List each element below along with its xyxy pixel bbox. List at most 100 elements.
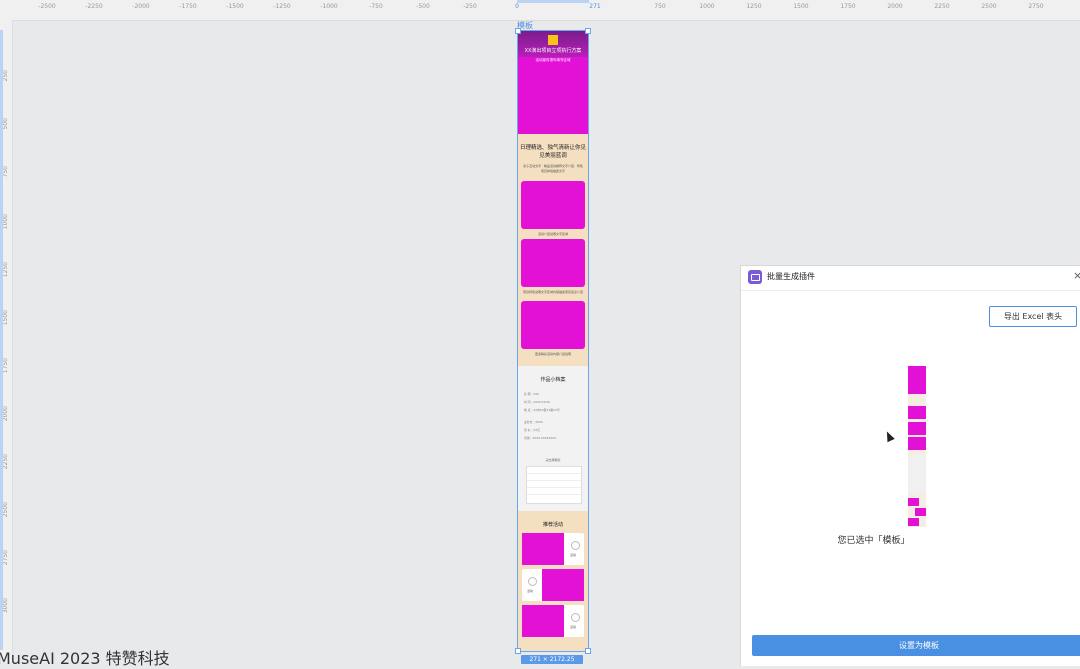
image-placeholder bbox=[522, 605, 564, 637]
ruler-tick-label: 250 bbox=[2, 70, 9, 82]
horizontal-ruler: -2500 -2250 -2000 -1750 -1500 -1250 -1000 -750-… bbox=[0, 0, 1080, 21]
schedule-table bbox=[526, 466, 582, 504]
ruler-tick-label: -2000 bbox=[132, 3, 150, 10]
ruler-tick-label: 2250 bbox=[934, 3, 950, 10]
image-placeholder bbox=[521, 301, 585, 349]
feature-heading: 日理精选、独气清新让你见见美丽蓝调 bbox=[520, 145, 587, 159]
ruler-tick-label: 1750 bbox=[2, 358, 9, 374]
info-title: 作品小档案 bbox=[540, 377, 566, 383]
circle-icon bbox=[571, 613, 580, 622]
ruler-selection-marker bbox=[0, 30, 3, 650]
ruler-tick-label: 2500 bbox=[981, 3, 997, 10]
ruler-tick-label: -2250 bbox=[85, 3, 103, 10]
image-caption: 项目特色说明文字区域内容描述项目亮点介绍 bbox=[522, 290, 583, 294]
ruler-tick-label: 2750 bbox=[2, 550, 9, 566]
logo-icon bbox=[548, 35, 558, 45]
close-icon[interactable]: × bbox=[1073, 269, 1080, 282]
hero-section: XX演出项目立项执行方案 活动宣传语句填写区域 bbox=[518, 31, 588, 134]
feature-text: 亲子互动文字 · 精品活动推荐文字介绍 · 特色项目体验描述文字 bbox=[523, 164, 583, 173]
card-label: 活动 bbox=[570, 553, 577, 557]
preview-block bbox=[908, 366, 926, 394]
image-placeholder bbox=[542, 569, 584, 601]
ruler-tick-label: -750 bbox=[369, 3, 383, 10]
hero-title: XX演出项目立项执行方案 bbox=[524, 48, 582, 54]
card-label: 活动 bbox=[570, 625, 577, 629]
ruler-tick-label: 1500 bbox=[2, 310, 9, 326]
ruler-tick-label: 1250 bbox=[746, 3, 762, 10]
recommend-card: 活动 bbox=[522, 569, 584, 601]
ruler-tick-label: -250 bbox=[463, 3, 477, 10]
set-as-template-button[interactable]: 设置为模板 bbox=[752, 635, 1080, 656]
ruler-tick-label: 0 bbox=[515, 3, 519, 10]
table-row bbox=[527, 473, 581, 474]
info-row: 咨询：XXXX-XXXXXXXX bbox=[524, 436, 557, 440]
ruler-tick-label: 1000 bbox=[2, 214, 9, 230]
ruler-tick-label: -1000 bbox=[320, 3, 338, 10]
plugin-image-icon bbox=[748, 270, 762, 284]
circle-icon bbox=[528, 577, 537, 586]
panel-title: 批量生成插件 bbox=[767, 272, 815, 281]
circle-icon bbox=[571, 541, 580, 550]
image-caption: 更多精彩活动内容介绍说明 bbox=[534, 352, 571, 356]
table-row bbox=[527, 480, 581, 481]
batch-plugin-panel: 批量生成插件 × 导出 Excel 表头 您已选中「模板」 设置为模板 bbox=[740, 265, 1080, 666]
footer-watermark: MuseAI 2023 特赞科技 bbox=[0, 649, 170, 668]
artboard-template[interactable]: XX演出项目立项执行方案 活动宣传语句填写区域 日理精选、独气清新让你见见美丽蓝… bbox=[517, 30, 589, 652]
ruler-tick-label: 3000 bbox=[2, 598, 9, 614]
resize-handle[interactable] bbox=[515, 28, 521, 34]
info-row: 票 价：XX元 bbox=[524, 428, 540, 432]
panel-header: 批量生成插件 × bbox=[741, 266, 1080, 291]
recommend-section: 推荐活动 活动 活动 活动 bbox=[518, 511, 588, 651]
preview-block bbox=[908, 455, 926, 493]
ruler-tick-label: 1250 bbox=[2, 262, 9, 278]
info-row: 时 间：XXXX-XX-XX bbox=[524, 400, 551, 404]
preview-block bbox=[908, 498, 919, 506]
table-row bbox=[527, 487, 581, 488]
ruler-tick-label: 2000 bbox=[2, 406, 9, 422]
info-row: 名 称：XXX bbox=[524, 392, 540, 396]
preview-block bbox=[908, 406, 926, 419]
preview-block bbox=[915, 508, 926, 516]
image-placeholder bbox=[521, 239, 585, 287]
recommend-card: 活动 bbox=[522, 605, 584, 637]
template-preview-thumbnail bbox=[908, 366, 926, 527]
recommend-card: 活动 bbox=[522, 533, 584, 565]
ruler-selection-marker bbox=[517, 0, 589, 3]
selection-status: 您已选中「模板」 bbox=[837, 536, 910, 546]
ruler-tick-label: 750 bbox=[654, 3, 666, 10]
export-excel-button[interactable]: 导出 Excel 表头 bbox=[989, 306, 1077, 327]
info-row: 地 点：XX市XX区XX路XX号 bbox=[524, 408, 560, 412]
table-row bbox=[527, 494, 581, 495]
size-badge: 271 × 2172.25 bbox=[521, 655, 583, 664]
info-section: 作品小档案 名 称：XXX 时 间：XXXX-XX-XX 地 点：XX市XX区X… bbox=[518, 366, 588, 511]
table-title: 演出排期表 bbox=[545, 458, 561, 462]
ruler-tick-label: 500 bbox=[2, 118, 9, 130]
ruler-tick-label: 1750 bbox=[840, 3, 856, 10]
preview-block bbox=[908, 518, 919, 526]
image-placeholder bbox=[521, 181, 585, 229]
ruler-tick-label: 750 bbox=[2, 166, 9, 178]
preview-block bbox=[908, 437, 926, 450]
resize-handle[interactable] bbox=[585, 648, 591, 654]
recommend-title: 推荐活动 bbox=[542, 522, 563, 528]
image-caption: 活动介绍说明文字区域 bbox=[537, 232, 568, 236]
preview-block bbox=[908, 422, 926, 435]
card-label: 活动 bbox=[527, 589, 534, 593]
ruler-tick-label: -1750 bbox=[179, 3, 197, 10]
ruler-tick-label: 2500 bbox=[2, 502, 9, 518]
ruler-tick-label: -1250 bbox=[273, 3, 291, 10]
ruler-tick-label: -2500 bbox=[38, 3, 56, 10]
ruler-tick-label: 1000 bbox=[699, 3, 715, 10]
feature-section: 日理精选、独气清新让你见见美丽蓝调 亲子互动文字 · 精品活动推荐文字介绍 · … bbox=[518, 134, 588, 366]
resize-handle[interactable] bbox=[585, 28, 591, 34]
ruler-tick-label: -1500 bbox=[226, 3, 244, 10]
info-row: 主办方：XXXX bbox=[524, 420, 543, 424]
ruler-tick-label: 2750 bbox=[1028, 3, 1044, 10]
hero-subtitle: 活动宣传语句填写区域 bbox=[535, 58, 571, 62]
ruler-tick-label: 1500 bbox=[793, 3, 809, 10]
image-placeholder bbox=[522, 533, 564, 565]
resize-handle[interactable] bbox=[515, 648, 521, 654]
ruler-tick-label: 271 bbox=[589, 3, 601, 10]
ruler-tick-label: -500 bbox=[416, 3, 430, 10]
ruler-tick-label: 2000 bbox=[887, 3, 903, 10]
